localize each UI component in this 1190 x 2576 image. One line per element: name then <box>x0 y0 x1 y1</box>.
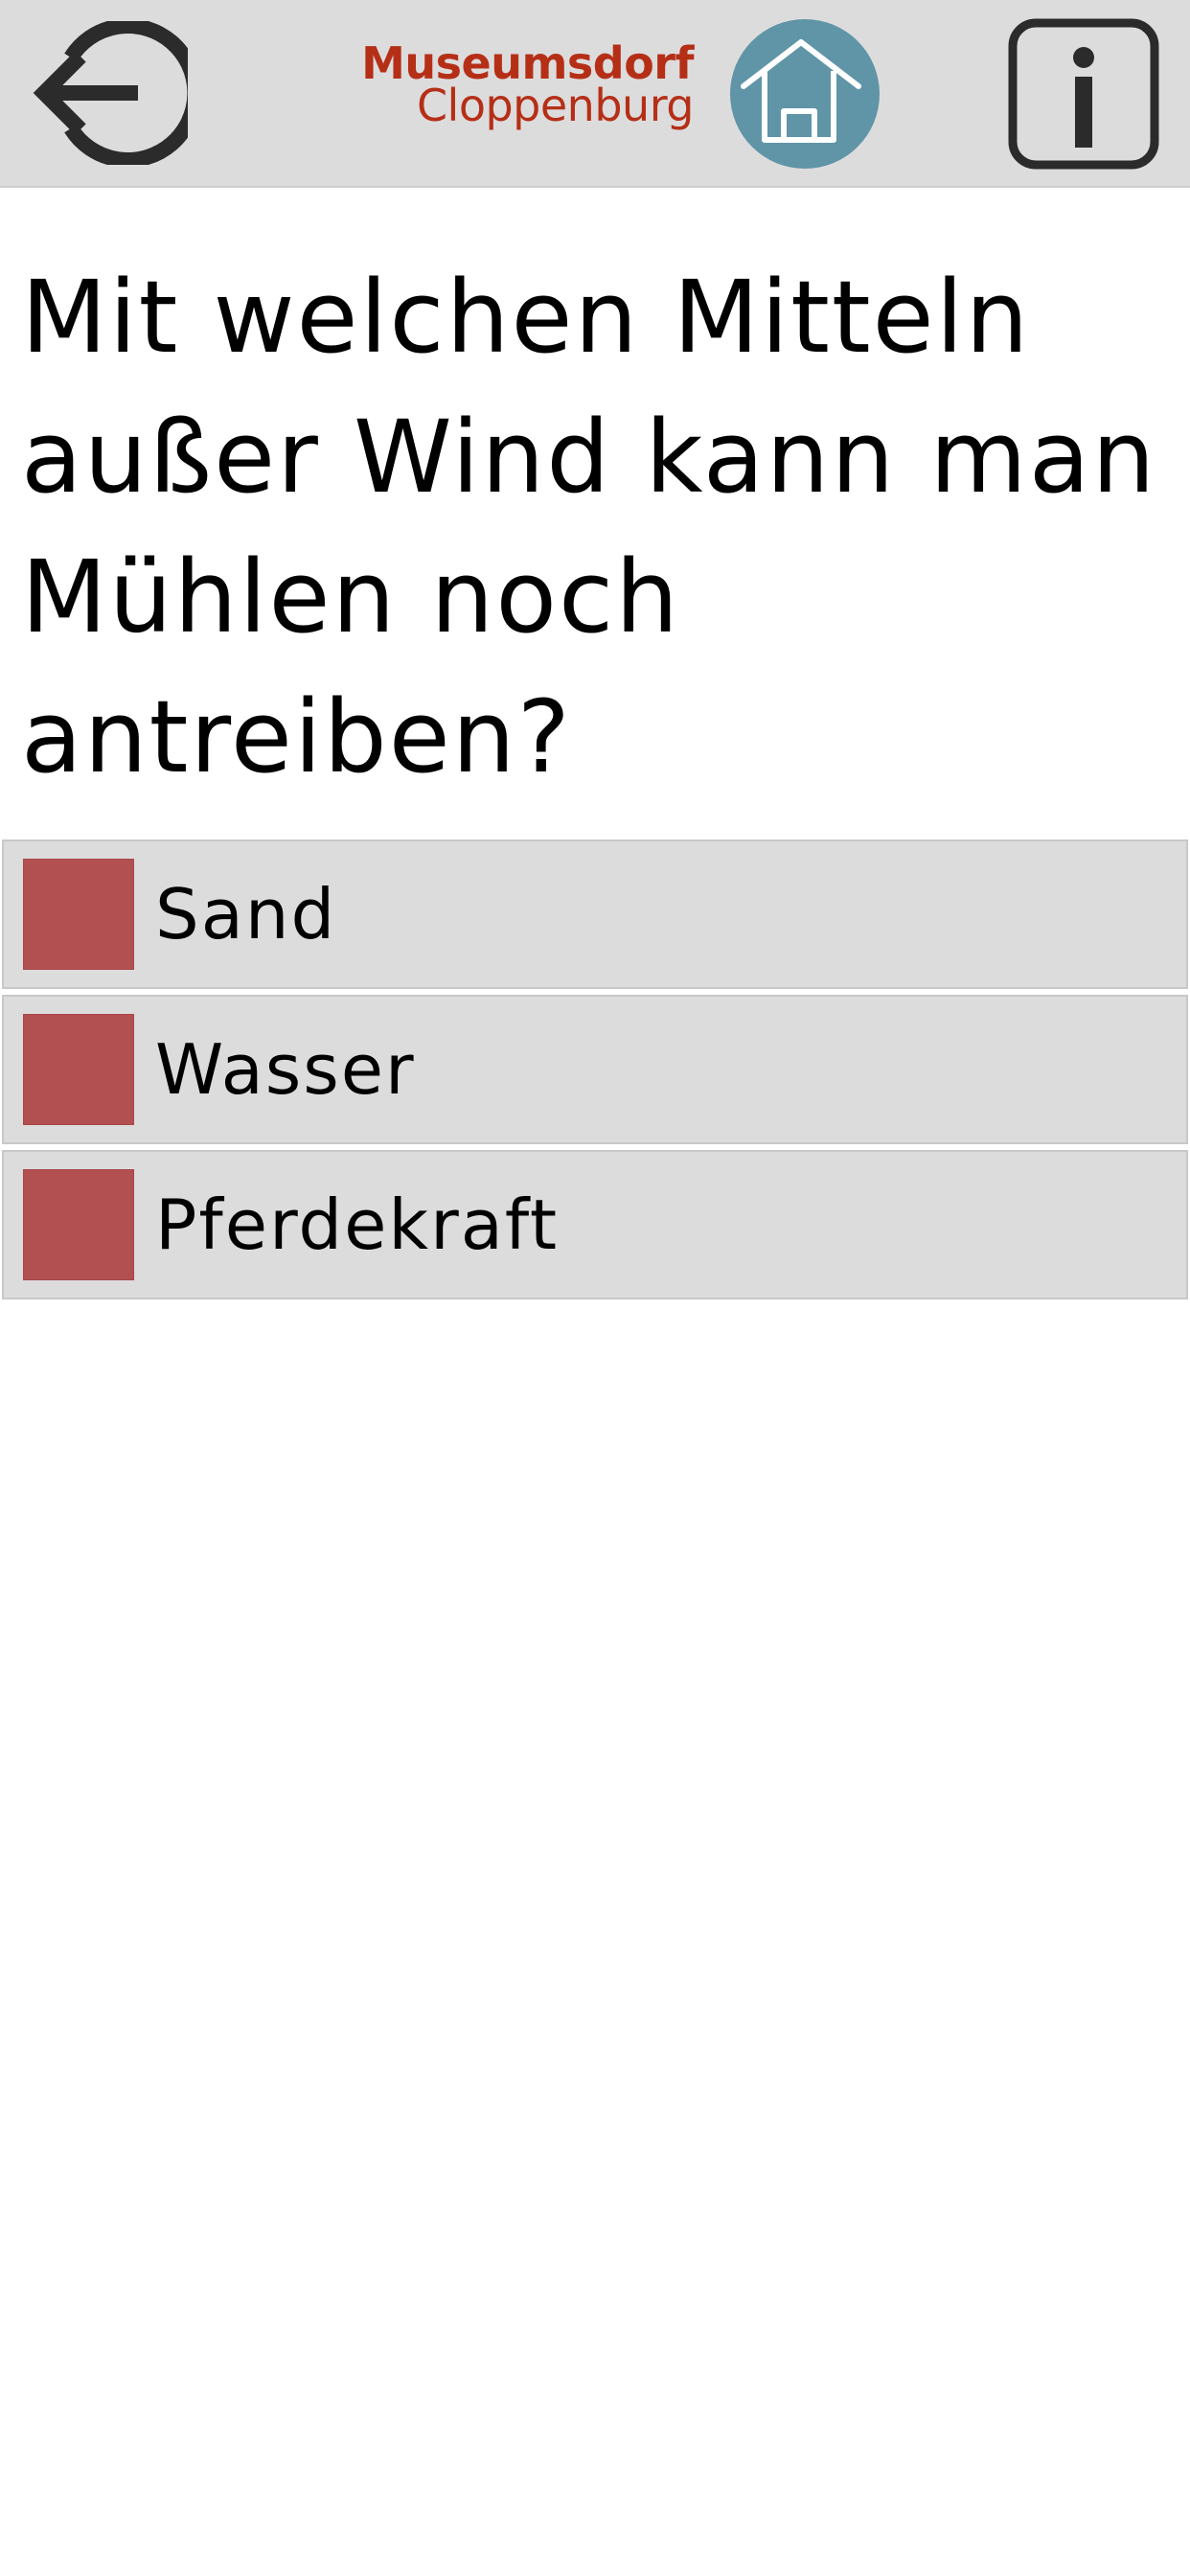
answer-list: Sand Wasser Pferdekraft <box>2 840 1188 1305</box>
answer-label: Pferdekraft <box>155 1184 560 1265</box>
answer-checkbox[interactable] <box>23 1014 134 1125</box>
museum-logo: Museumsdorf Cloppenburg <box>361 37 695 131</box>
home-icon <box>741 39 861 143</box>
home-button[interactable] <box>730 19 880 169</box>
question-text: Mit welchen Mitteln außer Wind kann man … <box>21 259 1157 795</box>
answer-option-wasser[interactable]: Wasser <box>2 995 1188 1144</box>
answer-checkbox[interactable] <box>23 1169 134 1280</box>
app-header: Museumsdorf Cloppenburg <box>0 0 1190 188</box>
back-button[interactable] <box>25 21 188 165</box>
logo-title: Museumsdorf <box>361 37 694 89</box>
answer-label: Wasser <box>155 1029 416 1110</box>
answer-option-pferdekraft[interactable]: Pferdekraft <box>2 1150 1188 1300</box>
info-button[interactable] <box>1007 17 1160 171</box>
logo-subtitle: Cloppenburg <box>416 80 695 131</box>
answer-label: Sand <box>155 874 337 954</box>
info-icon <box>1008 18 1159 170</box>
logout-arrow-icon <box>33 21 188 165</box>
answer-checkbox[interactable] <box>23 859 134 970</box>
answer-option-sand[interactable]: Sand <box>2 840 1188 989</box>
